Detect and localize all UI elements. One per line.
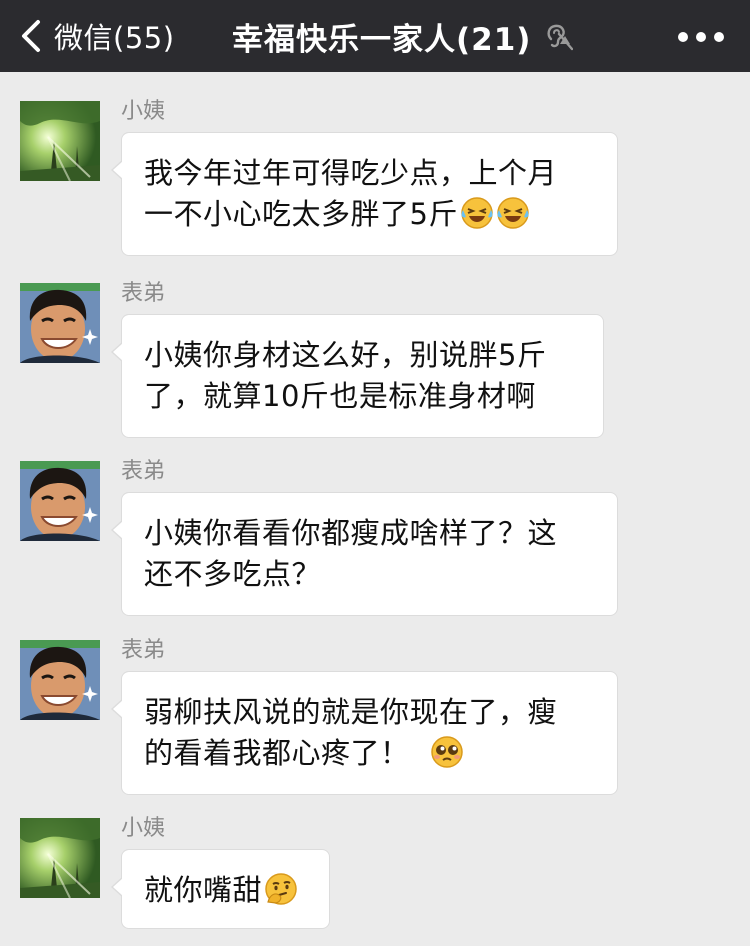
- laughing-tears-emoji: [496, 196, 530, 230]
- back-button[interactable]: 微信(55): [18, 10, 175, 62]
- message-text-line: 一不小心吃太多胖了5斤: [144, 194, 593, 235]
- message-text-line: 的看着我都心疼了！: [144, 733, 593, 774]
- chat-title: 幸福快乐一家人(21): [232, 21, 532, 58]
- forest-avatar[interactable]: [20, 818, 100, 898]
- laughing-tears-emoji: [460, 196, 494, 230]
- chevron-left-icon: [22, 20, 40, 52]
- message-text: 弱柳扶风说的就是你现在了，瘦: [144, 695, 558, 729]
- message-bubble[interactable]: 我今年过年可得吃少点，上个月 一不小心吃太多胖了5斤: [111, 132, 618, 256]
- message-text: 小姨你看看你都瘦成啥样了？这: [144, 516, 558, 550]
- more-icon: [678, 32, 688, 42]
- more-icon: [714, 32, 724, 42]
- forest-avatar[interactable]: [20, 101, 100, 181]
- thinking-face-emoji: [264, 872, 298, 906]
- message-text: 小姨你身材这么好，别说胖5斤: [144, 338, 547, 372]
- sender-name: 小姨: [121, 816, 166, 841]
- more-icon: [696, 32, 706, 42]
- title-area: 幸福快乐一家人(21): [232, 0, 574, 72]
- message-bubble[interactable]: 弱柳扶风说的就是你现在了，瘦 的看着我都心疼了！: [111, 671, 618, 795]
- sender-name: 表弟: [121, 638, 166, 663]
- chat-header: 微信(55) 幸福快乐一家人(21): [0, 0, 750, 72]
- pleading-face-emoji: [430, 735, 464, 769]
- back-label: 微信(55): [54, 21, 175, 55]
- sender-name: 表弟: [121, 281, 166, 306]
- message-bubble[interactable]: 小姨你身材这么好，别说胖5斤 了，就算10斤也是标准身材啊: [111, 314, 604, 438]
- more-options-button[interactable]: [678, 22, 724, 52]
- message-text: 就你嘴甜: [144, 873, 263, 907]
- message-text: 一不小心吃太多胖了5斤: [144, 197, 458, 231]
- message-bubble[interactable]: 小姨你看看你都瘦成啥样了？这 还不多吃点？: [111, 492, 618, 616]
- sender-name: 小姨: [121, 99, 166, 124]
- message-text-line: 就你嘴甜: [144, 870, 305, 911]
- sender-name: 表弟: [121, 459, 166, 484]
- smiling-man-avatar[interactable]: [20, 283, 100, 363]
- message-bubble[interactable]: 就你嘴甜: [111, 849, 330, 929]
- message-text: 还不多吃点？: [144, 557, 322, 591]
- mute-icon: [547, 24, 574, 51]
- message-text: 的看着我都心疼了！: [144, 736, 410, 770]
- message-text: 我今年过年可得吃少点，上个月: [144, 156, 558, 190]
- message-text: 了，就算10斤也是标准身材啊: [144, 379, 536, 413]
- smiling-man-avatar[interactable]: [20, 461, 100, 541]
- smiling-man-avatar[interactable]: [20, 640, 100, 720]
